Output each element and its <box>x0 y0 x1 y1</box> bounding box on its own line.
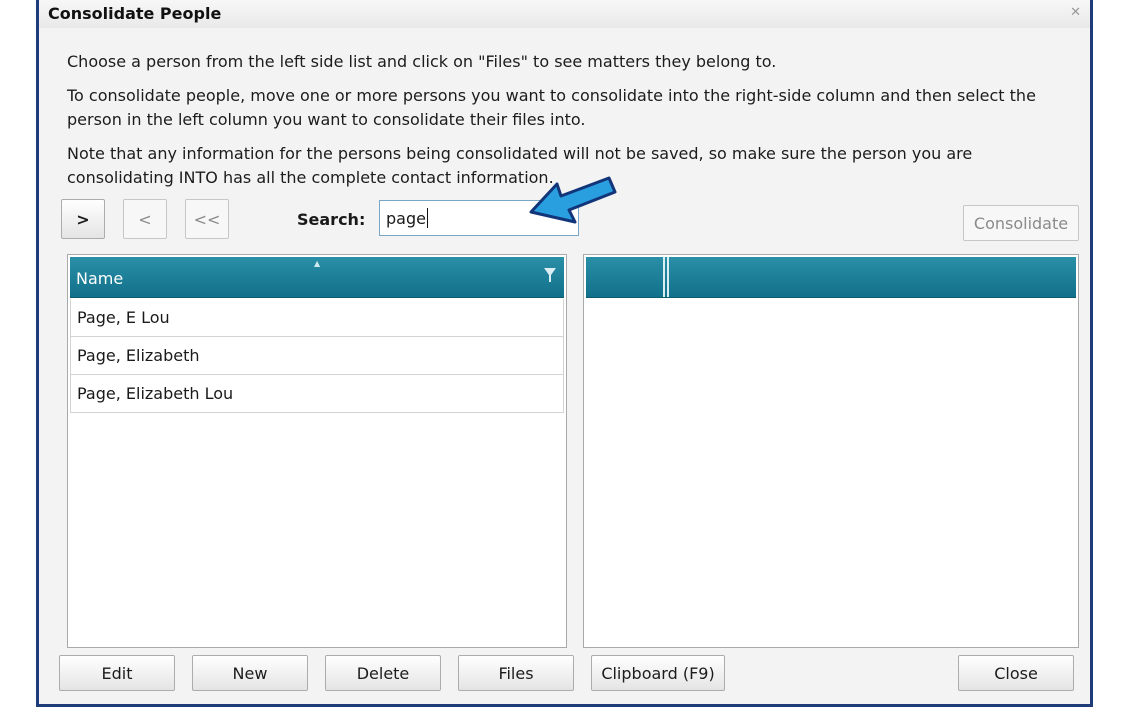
consolidate-button[interactable]: Consolidate <box>963 205 1079 241</box>
sort-ascending-icon: ▲ <box>314 259 321 268</box>
move-right-button[interactable]: > <box>61 199 105 239</box>
instruction-line-2: To consolidate people, move one or more … <box>67 86 1036 129</box>
clipboard-button[interactable]: Clipboard (F9) <box>591 655 725 691</box>
close-button[interactable]: Close <box>958 655 1074 691</box>
column-separator <box>663 257 665 297</box>
move-left-button[interactable]: < <box>123 199 167 239</box>
delete-button[interactable]: Delete <box>325 655 441 691</box>
text-caret <box>426 208 428 228</box>
move-all-left-button[interactable]: << <box>185 199 229 239</box>
consolidate-people-window: Consolidate People ✕ Choose a person fro… <box>36 0 1093 707</box>
window-title: Consolidate People <box>48 4 222 23</box>
search-label: Search: <box>297 210 366 229</box>
list-item[interactable]: Page, E Lou <box>70 299 564 337</box>
consolidate-grid-header <box>586 257 1076 298</box>
consolidate-grid <box>583 254 1079 648</box>
title-bar: Consolidate People ✕ <box>39 0 1090 28</box>
column-separator <box>667 257 669 297</box>
new-button[interactable]: New <box>192 655 308 691</box>
grid-header: Name ▲ <box>70 257 564 298</box>
people-grid: Name ▲ Page, E Lou Page, Elizabeth Page,… <box>67 254 567 648</box>
name-column-header[interactable]: Name <box>76 269 123 288</box>
list-item[interactable]: Page, Elizabeth <box>70 337 564 375</box>
filter-icon[interactable] <box>544 267 556 283</box>
search-input-value: page <box>386 208 426 228</box>
list-item[interactable]: Page, Elizabeth Lou <box>70 375 564 413</box>
edit-button[interactable]: Edit <box>59 655 175 691</box>
files-button[interactable]: Files <box>458 655 574 691</box>
close-icon[interactable]: ✕ <box>1070 5 1081 20</box>
annotation-arrow-icon <box>529 176 617 224</box>
instruction-line-1: Choose a person from the left side list … <box>67 52 777 71</box>
